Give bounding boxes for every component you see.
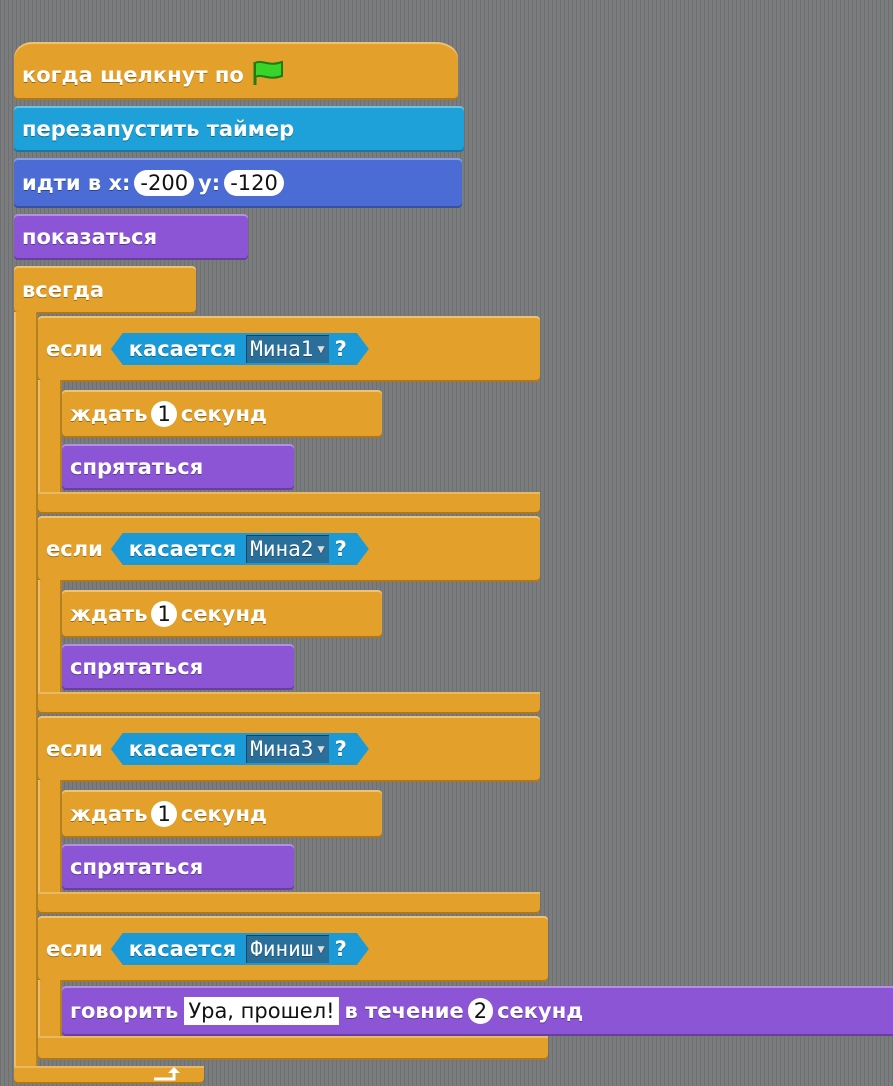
- wait-block[interactable]: ждать 1 секунд: [62, 790, 382, 838]
- if-label: если: [46, 537, 103, 561]
- y-value-input[interactable]: -120: [224, 170, 284, 196]
- wait-label: ждать: [70, 802, 148, 826]
- go-to-y-label: y:: [198, 171, 221, 195]
- question-mark: ?: [334, 737, 347, 761]
- touching-label: касается: [128, 737, 237, 761]
- for-label: в течение: [344, 999, 464, 1023]
- if-arm: [38, 380, 62, 494]
- wait-unit-label: секунд: [180, 602, 267, 626]
- if-label: если: [46, 737, 103, 761]
- hide-block[interactable]: спрятаться: [62, 444, 294, 490]
- sprite-dropdown[interactable]: Мина2 ▼: [246, 535, 328, 563]
- go-to-xy-block[interactable]: идти в x: -200 y: -120: [14, 158, 462, 208]
- wait-label: ждать: [70, 402, 148, 426]
- touching-block[interactable]: касается Финиш ▼ ?: [111, 933, 369, 965]
- dropdown-arrow-icon: ▼: [317, 342, 325, 356]
- hide-label: спрятаться: [70, 855, 204, 879]
- wait-seconds-input[interactable]: 1: [151, 601, 177, 627]
- wait-block[interactable]: ждать 1 секунд: [62, 390, 382, 438]
- hat-label: когда щелкнут по: [22, 63, 244, 87]
- loop-arrow-icon: [152, 1066, 182, 1082]
- go-to-x-label: идти в x:: [22, 171, 131, 195]
- if-label: если: [46, 937, 103, 961]
- if-foot: [38, 692, 540, 714]
- sprite-dropdown[interactable]: Мина1 ▼: [246, 335, 328, 363]
- wait-seconds-input[interactable]: 1: [151, 401, 177, 427]
- forever-arm: [14, 312, 38, 1072]
- touching-block[interactable]: касается Мина2 ▼ ?: [111, 533, 369, 565]
- x-value-input[interactable]: -200: [134, 170, 195, 196]
- green-flag-icon: [252, 59, 286, 92]
- say-label: говорить: [70, 999, 179, 1023]
- secs-unit-label: секунд: [497, 999, 584, 1023]
- if-label: если: [46, 337, 103, 361]
- reset-timer-block[interactable]: перезапустить таймер: [14, 106, 464, 152]
- hide-block[interactable]: спрятаться: [62, 844, 294, 890]
- dropdown-arrow-icon: ▼: [317, 942, 325, 956]
- say-for-secs-block[interactable]: говорить Ура, прошел! в течение 2 секунд: [62, 986, 893, 1036]
- wait-unit-label: секунд: [180, 402, 267, 426]
- touching-block[interactable]: касается Мина3 ▼ ?: [111, 733, 369, 765]
- hide-label: спрятаться: [70, 655, 204, 679]
- if-arm: [38, 980, 62, 1040]
- if-foot: [38, 892, 540, 914]
- wait-unit-label: секунд: [180, 802, 267, 826]
- touching-label: касается: [128, 337, 237, 361]
- wait-block[interactable]: ждать 1 секунд: [62, 590, 382, 638]
- if-arm: [38, 780, 62, 894]
- wait-seconds-input[interactable]: 1: [151, 801, 177, 827]
- show-block[interactable]: показаться: [14, 214, 248, 260]
- question-mark: ?: [334, 537, 347, 561]
- sprite-dropdown[interactable]: Финиш ▼: [246, 935, 328, 963]
- when-flag-clicked-block[interactable]: когда щелкнут по: [14, 42, 458, 100]
- if-block[interactable]: если касается Мина3 ▼ ?: [38, 716, 540, 782]
- touching-block[interactable]: касается Мина1 ▼ ?: [111, 333, 369, 365]
- if-arm: [38, 580, 62, 694]
- touching-label: касается: [128, 537, 237, 561]
- if-foot: [38, 492, 540, 514]
- say-seconds-input[interactable]: 2: [467, 998, 494, 1024]
- if-block[interactable]: если касается Мина2 ▼ ?: [38, 516, 540, 582]
- dropdown-arrow-icon: ▼: [317, 542, 325, 556]
- show-label: показаться: [22, 225, 158, 249]
- wait-label: ждать: [70, 602, 148, 626]
- question-mark: ?: [334, 937, 347, 961]
- forever-label: всегда: [22, 278, 105, 302]
- if-block[interactable]: если касается Мина1 ▼ ?: [38, 316, 540, 382]
- hide-block[interactable]: спрятаться: [62, 644, 294, 690]
- hide-label: спрятаться: [70, 455, 204, 479]
- if-finish-block[interactable]: если касается Финиш ▼ ?: [38, 916, 548, 982]
- dropdown-arrow-icon: ▼: [317, 742, 325, 756]
- reset-timer-label: перезапустить таймер: [22, 117, 295, 141]
- touching-label: касается: [128, 937, 237, 961]
- forever-block[interactable]: всегда: [14, 266, 196, 314]
- sprite-dropdown[interactable]: Мина3 ▼: [246, 735, 328, 763]
- say-text-input[interactable]: Ура, прошел!: [184, 997, 339, 1025]
- if-foot: [38, 1036, 548, 1060]
- question-mark: ?: [334, 337, 347, 361]
